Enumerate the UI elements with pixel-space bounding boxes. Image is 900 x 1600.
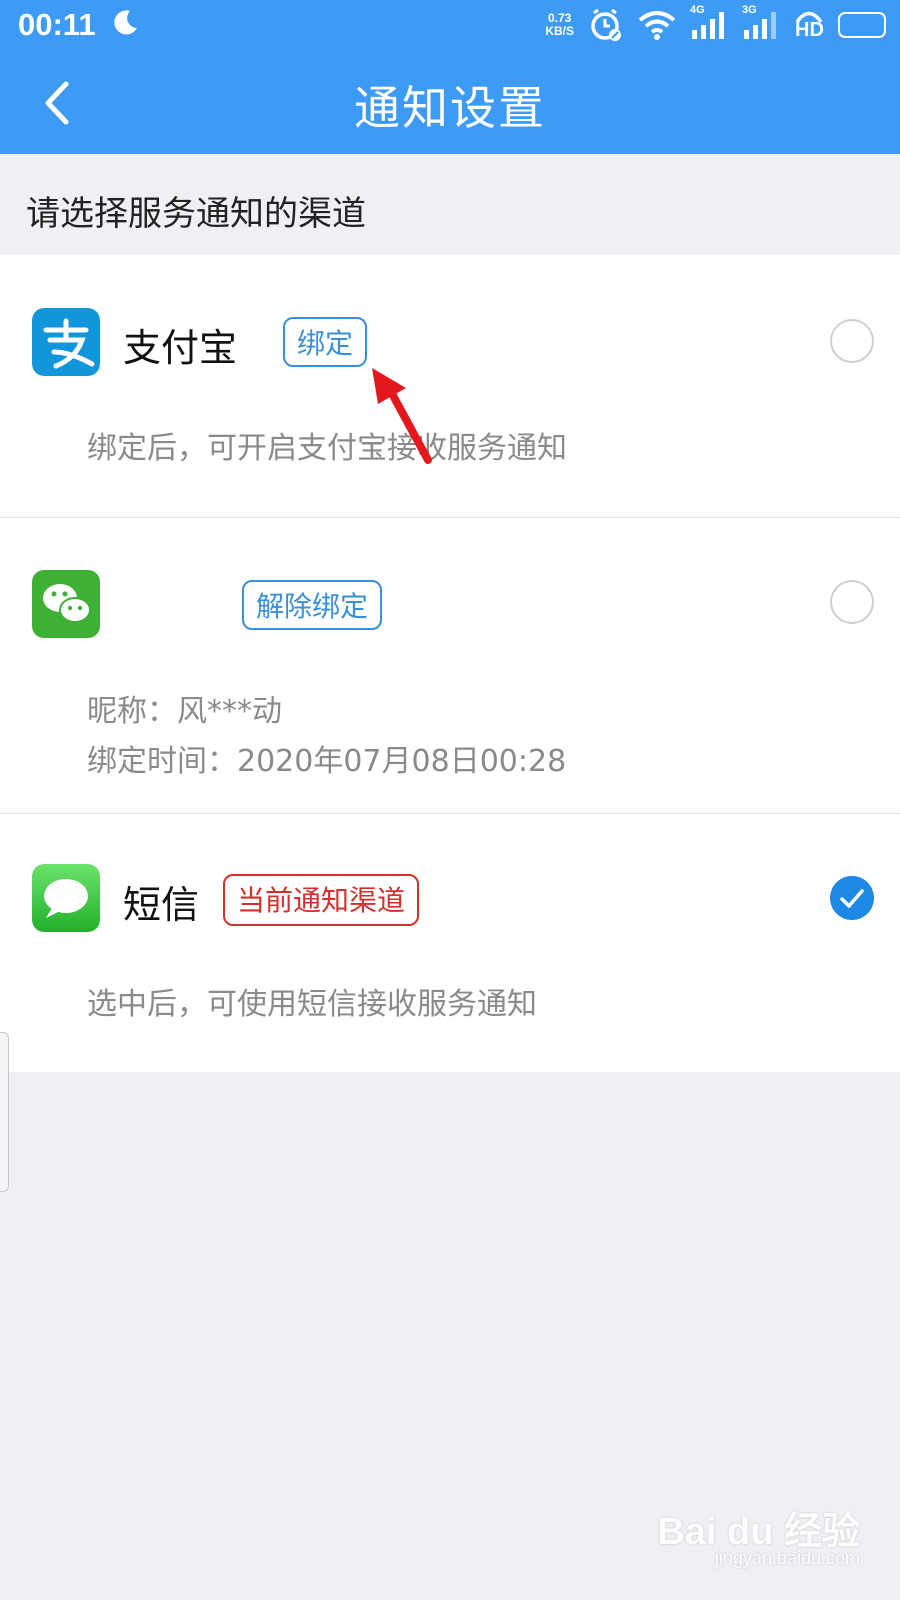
watermark-url: jingyan.baidu.com bbox=[714, 1548, 860, 1568]
side-drawer-handle[interactable] bbox=[0, 1032, 9, 1192]
channel-description: 绑定后，可开启支付宝接收服务通知 bbox=[87, 431, 567, 466]
hd-voice: HD bbox=[794, 9, 824, 41]
signal-4g: 4G bbox=[690, 4, 728, 40]
radio-wechat[interactable] bbox=[830, 580, 874, 624]
status-icons: 0.73 KB/S 4G 3G HD 62 bbox=[545, 4, 886, 42]
unbind-button[interactable]: 解除绑定 bbox=[242, 580, 383, 630]
signal-bars-icon bbox=[692, 12, 724, 39]
watermark: Bai du 经验 jingyan.baidu.com bbox=[657, 1500, 860, 1580]
speed-unit: KB/S bbox=[545, 24, 574, 38]
page-title: 通知设置 bbox=[354, 81, 546, 135]
moon-icon bbox=[114, 10, 137, 35]
channel-item-alipay[interactable]: 支付宝 绑定 绑定后，可开启支付宝接收服务通知 bbox=[0, 255, 900, 518]
sms-icon bbox=[32, 864, 100, 932]
battery-indicator: 62 bbox=[838, 12, 886, 38]
battery-level: 62 bbox=[853, 16, 871, 33]
channel-item-sms[interactable]: 短信 当前通知渠道 选中后，可使用短信接收服务通知 bbox=[0, 814, 900, 1072]
wechat-icon bbox=[32, 570, 100, 638]
current-channel-badge: 当前通知渠道 bbox=[223, 874, 420, 926]
channel-item-wechat[interactable]: 解除绑定 昵称：风***动 绑定时间：2020年07月08日00:28 bbox=[0, 518, 900, 814]
wechat-bind-time: 绑定时间：2020年07月08日00:28 bbox=[87, 744, 567, 779]
radio-alipay[interactable] bbox=[830, 319, 874, 363]
status-bar: 00:11 0.73 KB/S 4G 3G HD 62 bbox=[0, 0, 900, 52]
channel-description: 选中后，可使用短信接收服务通知 bbox=[87, 987, 537, 1022]
status-time: 00:11 bbox=[18, 7, 96, 42]
app-header: 00:11 0.73 KB/S 4G 3G HD 62 通知设置 bbox=[0, 0, 900, 154]
signal-3g: 3G bbox=[742, 4, 780, 40]
network-speed: 0.73 KB/S bbox=[545, 12, 574, 38]
channel-name: 支付宝 bbox=[123, 326, 238, 370]
channel-name: 短信 bbox=[123, 883, 200, 927]
alarm-icon bbox=[591, 8, 621, 41]
alipay-icon bbox=[32, 308, 100, 376]
section-title: 请选择服务通知的渠道 bbox=[26, 194, 366, 234]
bind-button[interactable]: 绑定 bbox=[283, 317, 368, 367]
wechat-nickname: 昵称：风***动 bbox=[87, 694, 282, 729]
wifi-icon bbox=[638, 11, 676, 40]
signal-bars-icon bbox=[744, 12, 776, 39]
channel-list: 支付宝 绑定 绑定后，可开启支付宝接收服务通知 解除绑定 昵称：风***动 绑定… bbox=[0, 255, 900, 1072]
check-icon[interactable] bbox=[830, 876, 874, 920]
watermark-logo: Bai du 经验 bbox=[657, 1511, 860, 1553]
hd-label: HD bbox=[795, 19, 824, 41]
